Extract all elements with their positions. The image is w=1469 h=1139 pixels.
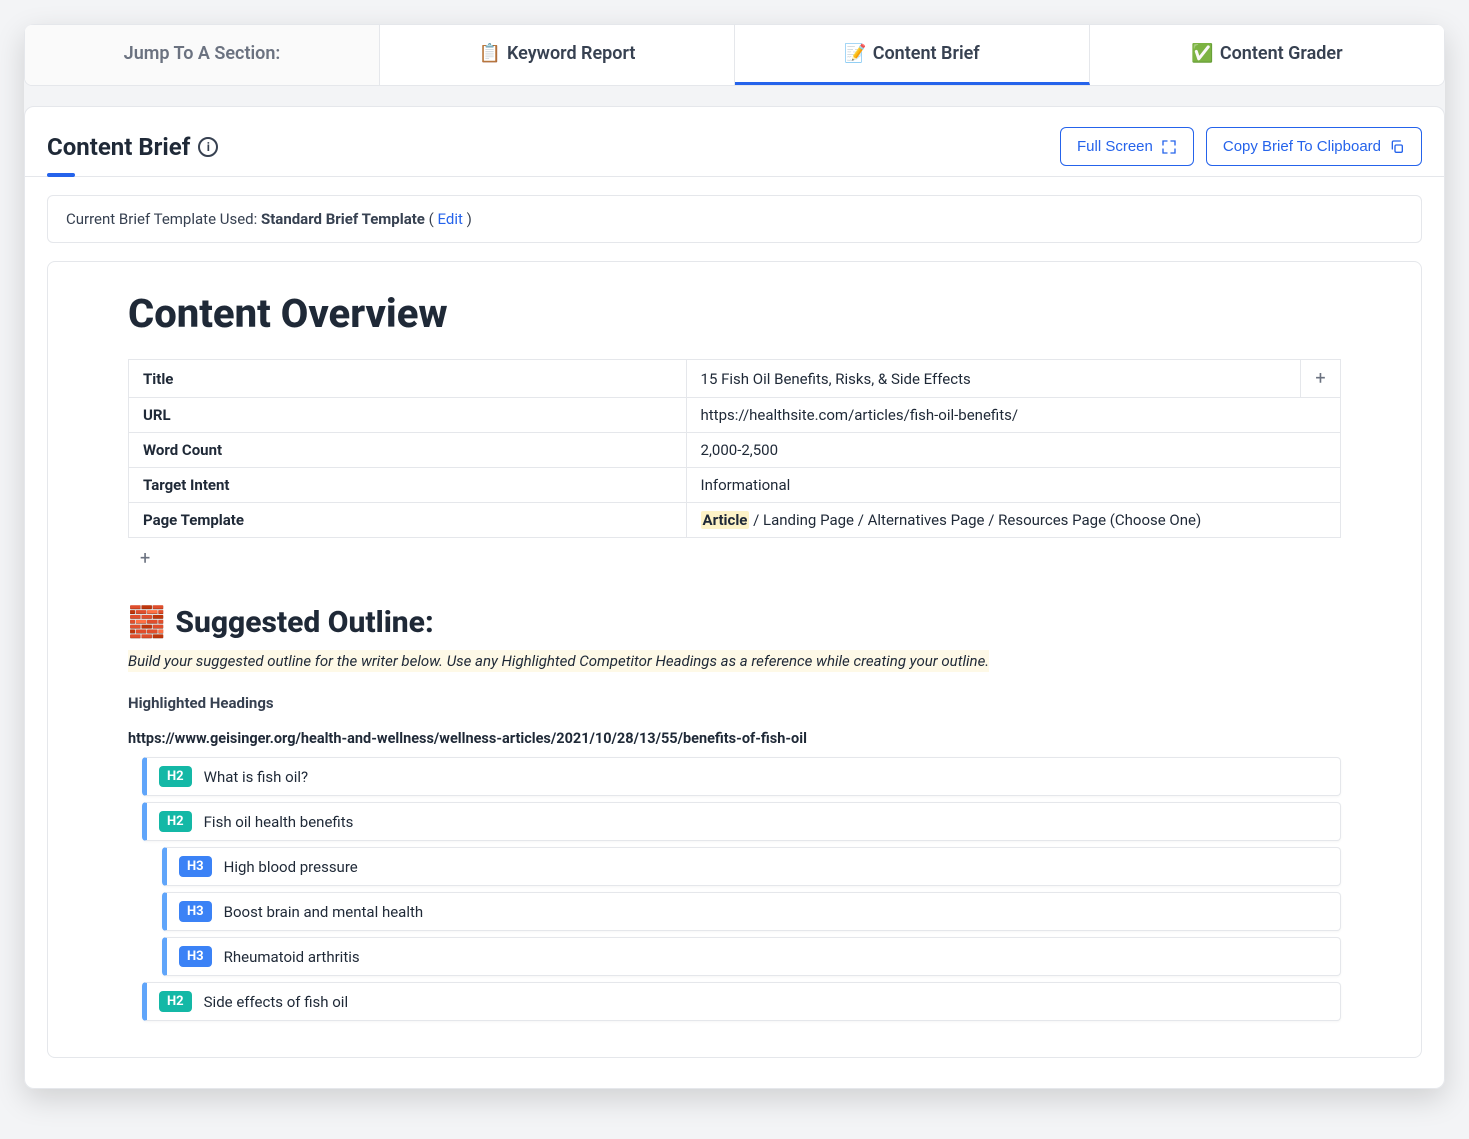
row-label: Target Intent — [129, 468, 687, 503]
heading-text: Rheumatoid arthritis — [224, 948, 360, 966]
heading-row[interactable]: H3 Rheumatoid arthritis — [162, 937, 1341, 976]
row-label: Page Template — [129, 503, 687, 538]
bricks-icon: 🧱 — [128, 605, 165, 640]
template-options-text: / Landing Page / Alternatives Page / Res… — [749, 511, 1201, 529]
expand-icon — [1161, 139, 1177, 155]
tab-content-grader[interactable]: ✅ Content Grader — [1090, 25, 1444, 85]
row-label: URL — [129, 398, 687, 433]
add-row-button[interactable]: + — [140, 548, 150, 569]
row-label: Title — [129, 360, 687, 398]
jump-to-label: Jump To A Section: — [25, 25, 380, 85]
row-value[interactable]: Article / Landing Page / Alternatives Pa… — [686, 503, 1340, 538]
heading-list: H2 What is fish oil? H2 Fish oil health ben… — [128, 757, 1341, 1021]
content-brief-panel: Content Brief i Full Screen Copy Brief T… — [24, 106, 1445, 1089]
heading-text: What is fish oil? — [204, 768, 308, 786]
tab-label: Content Grader — [1220, 43, 1343, 64]
button-label: Full Screen — [1077, 138, 1153, 155]
copy-icon — [1389, 139, 1405, 155]
heading-row[interactable]: H3 Boost brain and mental health — [162, 892, 1341, 931]
source-url: https://www.geisinger.org/health-and-wel… — [128, 730, 1341, 747]
memo-icon: 📝 — [844, 43, 866, 64]
panel-accent — [47, 173, 75, 177]
copy-brief-button[interactable]: Copy Brief To Clipboard — [1206, 127, 1422, 166]
heading-level-tag: H2 — [159, 811, 192, 832]
tab-content-brief[interactable]: 📝 Content Brief — [735, 25, 1090, 85]
row-value[interactable]: 15 Fish Oil Benefits, Risks, & Side Effe… — [686, 360, 1300, 398]
table-row: Page Template Article / Landing Page / A… — [129, 503, 1341, 538]
suggested-outline-heading: 🧱 Suggested Outline: — [128, 605, 1341, 640]
heading-row[interactable]: H2 Side effects of fish oil — [142, 982, 1341, 1021]
paren-close: ) — [463, 210, 472, 228]
heading-row[interactable]: H2 What is fish oil? — [142, 757, 1341, 796]
check-icon: ✅ — [1191, 43, 1213, 64]
panel-title: Content Brief — [47, 133, 190, 161]
heading-text: Side effects of fish oil — [204, 993, 348, 1011]
heading-text: Fish oil health benefits — [204, 813, 354, 831]
clipboard-icon: 📋 — [479, 43, 501, 64]
heading-text: Boost brain and mental health — [224, 903, 424, 921]
heading-level-tag: H3 — [179, 946, 212, 967]
template-prefix: Current Brief Template Used: — [66, 210, 261, 228]
heading-row[interactable]: H3 High blood pressure — [162, 847, 1341, 886]
button-label: Copy Brief To Clipboard — [1223, 138, 1381, 155]
paren-open: ( — [425, 210, 438, 228]
heading-level-tag: H3 — [179, 856, 212, 877]
heading-row[interactable]: H2 Fish oil health benefits — [142, 802, 1341, 841]
heading-text: High blood pressure — [224, 858, 358, 876]
edit-template-link[interactable]: Edit — [437, 210, 462, 228]
outline-instruction-note: Build your suggested outline for the wri… — [128, 650, 989, 672]
table-row: URL https://healthsite.com/articles/fish… — [129, 398, 1341, 433]
heading-text: Suggested Outline: — [175, 605, 433, 640]
row-value[interactable]: 2,000-2,500 — [686, 433, 1340, 468]
table-row: Target Intent Informational — [129, 468, 1341, 503]
tab-label: Keyword Report — [507, 43, 635, 64]
row-value[interactable]: https://healthsite.com/articles/fish-oil… — [686, 398, 1340, 433]
heading-level-tag: H2 — [159, 991, 192, 1012]
template-info-bar: Current Brief Template Used: Standard Br… — [47, 195, 1422, 243]
heading-level-tag: H3 — [179, 901, 212, 922]
content-overview-heading: Content Overview — [128, 290, 1341, 337]
tab-keyword-report[interactable]: 📋 Keyword Report — [380, 25, 735, 85]
selected-template: Article — [701, 511, 750, 529]
overview-table: Title 15 Fish Oil Benefits, Risks, & Sid… — [128, 359, 1341, 538]
row-value[interactable]: Informational — [686, 468, 1340, 503]
info-icon[interactable]: i — [198, 137, 218, 157]
table-row: Word Count 2,000-2,500 — [129, 433, 1341, 468]
brief-content-area: Content Overview Title 15 Fish Oil Benef… — [47, 261, 1422, 1058]
highlighted-headings-label: Highlighted Headings — [128, 694, 1341, 712]
table-row: Title 15 Fish Oil Benefits, Risks, & Sid… — [129, 360, 1341, 398]
row-label: Word Count — [129, 433, 687, 468]
section-tabs: Jump To A Section: 📋 Keyword Report 📝 Cont… — [24, 24, 1445, 86]
full-screen-button[interactable]: Full Screen — [1060, 127, 1194, 166]
heading-level-tag: H2 — [159, 766, 192, 787]
template-name: Standard Brief Template — [261, 210, 425, 228]
tab-label: Content Brief — [873, 43, 980, 64]
add-column-button[interactable]: + — [1301, 360, 1341, 398]
